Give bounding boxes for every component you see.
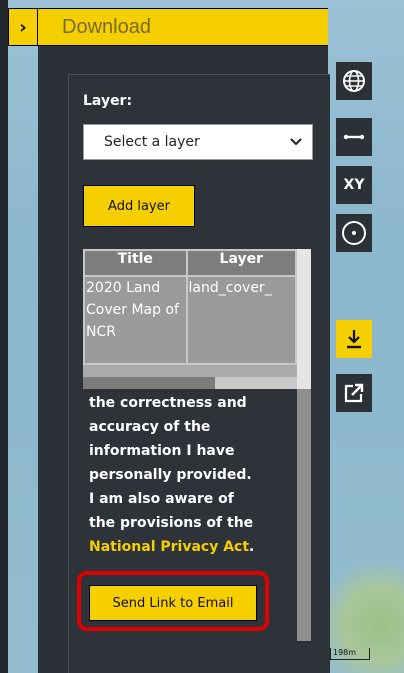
send-link-to-email-button[interactable]: Send Link to Email xyxy=(89,585,257,621)
download-panel: Layer: Select a layer Add layer Title La… xyxy=(38,46,330,673)
column-header-title: Title xyxy=(83,249,188,277)
download-icon xyxy=(347,330,361,349)
download-button[interactable] xyxy=(336,320,372,358)
scale-bar: 198m xyxy=(330,648,370,660)
row-title-cell: 2020 Land Cover Map of NCR xyxy=(83,275,188,365)
panel-vertical-scrollbar[interactable] xyxy=(297,249,311,641)
layer-select[interactable]: Select a layer xyxy=(83,124,313,160)
consent-line: personally provided. xyxy=(89,467,252,483)
consent-line: information I have xyxy=(89,443,235,459)
consent-line: the correctness and xyxy=(89,395,247,411)
globe-button[interactable] xyxy=(336,62,372,100)
table-row[interactable]: 2020 Land Cover Map of NCR land_cover_ xyxy=(83,275,297,365)
consent-line: the provisions of the xyxy=(89,515,254,531)
download-form: Layer: Select a layer Add layer Title La… xyxy=(68,74,330,673)
consent-line: I am also aware of xyxy=(89,491,234,507)
consent-text: the correctness and accuracy of the info… xyxy=(89,391,299,559)
column-header-layer: Layer xyxy=(185,249,297,277)
external-link-icon xyxy=(344,383,364,403)
scrollbar-thumb[interactable] xyxy=(83,377,215,389)
row-layer-cell: land_cover_ xyxy=(185,275,297,365)
chevron-down-icon xyxy=(290,138,302,146)
left-edge xyxy=(0,0,8,673)
consent-link-suffix: . xyxy=(249,539,255,555)
layers-table: Title Layer 2020 Land Cover Map of NCR l… xyxy=(83,249,297,365)
consent-link-line: National Privacy Act. xyxy=(89,535,299,559)
open-new-window-button[interactable] xyxy=(336,374,372,412)
locate-icon xyxy=(342,221,366,245)
measure-icon xyxy=(343,134,365,140)
globe-icon xyxy=(343,70,365,92)
add-layer-button[interactable]: Add layer xyxy=(83,185,195,227)
consent-line: accuracy of the xyxy=(89,419,211,435)
scrollbar-thumb[interactable] xyxy=(297,389,311,641)
measure-button[interactable] xyxy=(336,118,372,156)
chevron-right-icon: › xyxy=(19,16,27,38)
collapse-panel-button[interactable]: › xyxy=(8,8,38,46)
layer-label: Layer: xyxy=(83,93,133,109)
panel-title: Download xyxy=(62,15,151,38)
locate-button[interactable] xyxy=(336,214,372,252)
table-horizontal-scrollbar[interactable] xyxy=(83,377,297,389)
layer-select-value: Select a layer xyxy=(104,134,200,150)
xy-label: XY xyxy=(343,177,365,193)
panel-header: Download xyxy=(38,8,328,46)
privacy-act-link[interactable]: National Privacy Act xyxy=(89,539,249,555)
layers-table-container: Title Layer 2020 Land Cover Map of NCR l… xyxy=(83,249,297,377)
xy-coordinates-button[interactable]: XY xyxy=(336,166,372,204)
